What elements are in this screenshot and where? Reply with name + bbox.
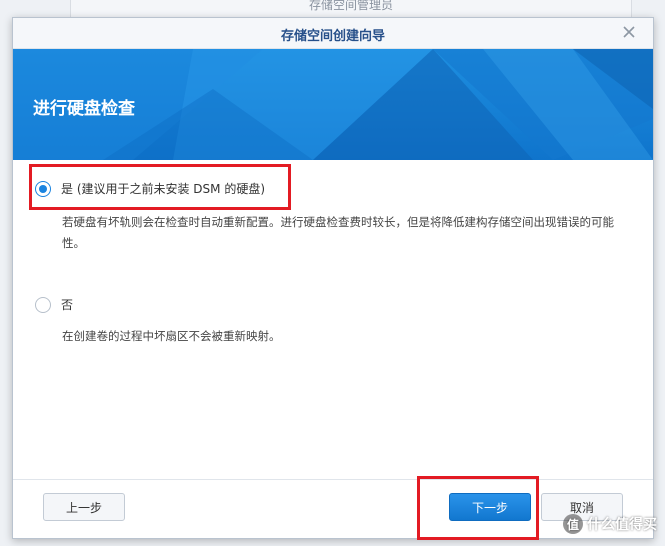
next-step-button[interactable]: 下一步 (449, 493, 531, 521)
option-no-label: 否 (61, 298, 74, 312)
radio-yes[interactable] (35, 180, 51, 197)
wizard-content: 是 (建议用于之前未安装 DSM 的硬盘) 若硬盘有坏轨则会在检查时自动重新配置… (13, 160, 653, 490)
background-window-title: 存储空间管理员 (308, 0, 393, 12)
watermark-text: 什么值得买 (587, 517, 657, 533)
watermark-icon: 值 (563, 514, 583, 534)
wizard-banner: 进行硬盘检查 (13, 49, 653, 160)
watermark: 值 什么值得买 (563, 514, 657, 534)
wizard-footer: 上一步 下一步 取消 (13, 479, 653, 538)
close-icon (623, 26, 635, 38)
prev-step-button[interactable]: 上一步 (43, 493, 125, 521)
option-yes-label: 是 (建议用于之前未安装 DSM 的硬盘) (61, 182, 266, 196)
option-yes-description: 若硬盘有坏轨则会在检查时自动重新配置。进行硬盘检查费时较长，但是将降低建构存储空… (62, 215, 614, 250)
radio-no[interactable] (35, 296, 51, 313)
dialog-title: 存储空间创建向导 (280, 29, 385, 44)
storage-wizard-dialog: 存储空间创建向导 进行硬盘检查 是 (建议用于之前未安装 DSM 的硬盘) 若硬… (12, 17, 654, 540)
option-no[interactable]: 否 (35, 296, 73, 313)
option-yes[interactable]: 是 (建议用于之前未安装 DSM 的硬盘) (35, 180, 265, 197)
banner-title: 进行硬盘检查 (33, 99, 135, 119)
dialog-titlebar[interactable]: 存储空间创建向导 (13, 18, 653, 49)
option-no-description: 在创建卷的过程中坏扇区不会被重新映射。 (62, 329, 281, 343)
close-button[interactable] (621, 24, 637, 40)
